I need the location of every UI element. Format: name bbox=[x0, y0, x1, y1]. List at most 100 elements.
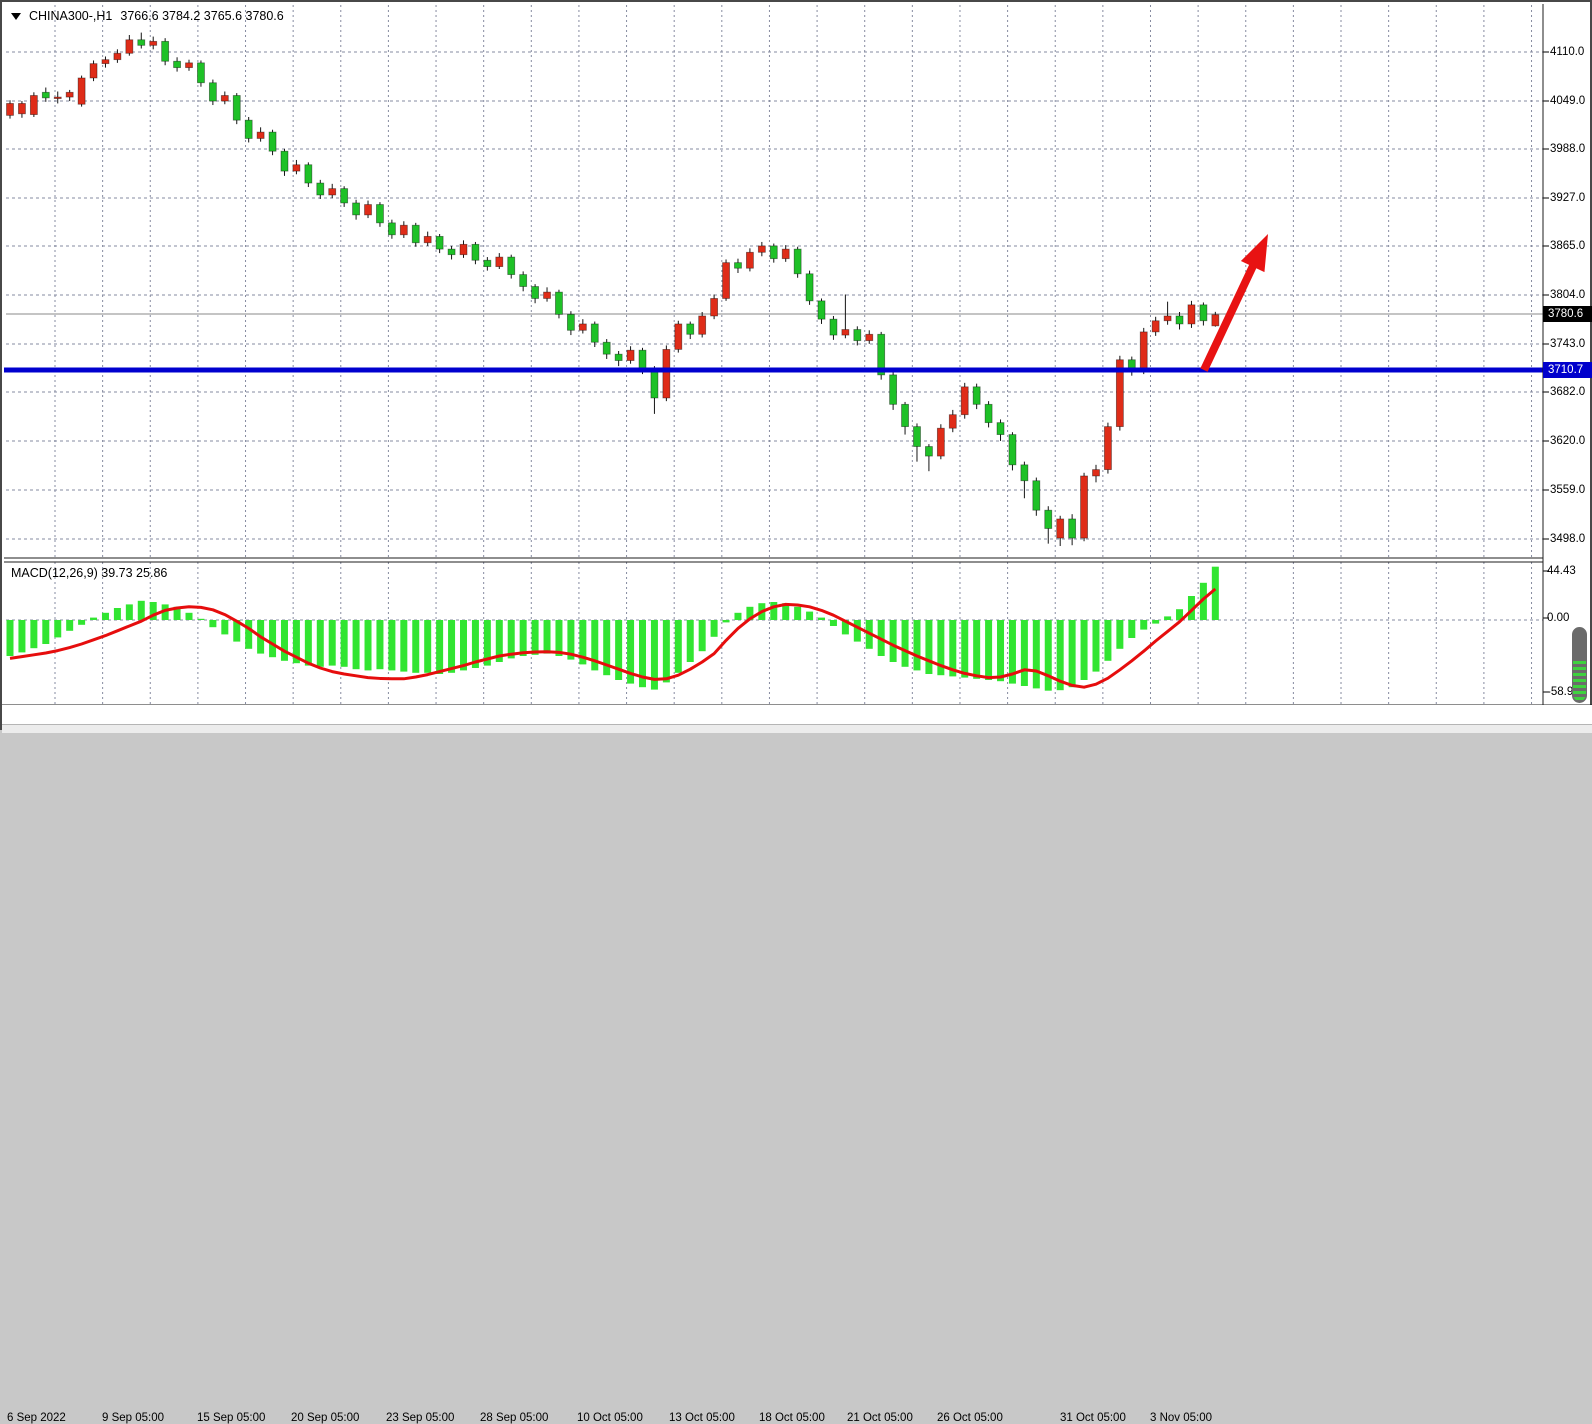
candle bbox=[508, 257, 515, 275]
macd-bar bbox=[269, 620, 276, 657]
candle bbox=[209, 83, 216, 101]
macd-bar bbox=[90, 618, 97, 620]
candle bbox=[138, 40, 145, 46]
macd-bar bbox=[997, 620, 1004, 681]
macd-indicator-label: MACD(12,26,9) 39.73 25.86 bbox=[11, 566, 167, 580]
trend-arrow[interactable] bbox=[1204, 234, 1268, 370]
macd-bar bbox=[890, 620, 897, 662]
candle bbox=[1176, 316, 1183, 324]
candle bbox=[317, 183, 324, 195]
candles-group bbox=[7, 33, 1219, 546]
candle bbox=[1212, 315, 1219, 326]
candle bbox=[699, 316, 706, 334]
candle bbox=[758, 246, 765, 252]
candle bbox=[329, 189, 336, 195]
price-scale-label: 3559.0 bbox=[1550, 484, 1585, 496]
symbol-period-label: CHINA300-,H1 bbox=[29, 9, 112, 23]
candle bbox=[162, 41, 169, 61]
candle bbox=[365, 205, 372, 215]
candle bbox=[520, 275, 527, 287]
candle bbox=[711, 298, 718, 316]
candle bbox=[233, 95, 240, 120]
candle bbox=[1069, 519, 1076, 538]
candle bbox=[555, 292, 562, 314]
macd-bar bbox=[424, 620, 431, 673]
candle bbox=[412, 225, 419, 243]
candle bbox=[627, 350, 634, 360]
macd-bar bbox=[317, 620, 324, 667]
candle bbox=[353, 203, 360, 215]
macd-bar bbox=[126, 604, 133, 620]
macd-bar bbox=[961, 620, 968, 678]
macd-bar bbox=[138, 601, 145, 620]
candle bbox=[436, 236, 443, 249]
candle bbox=[90, 64, 97, 78]
candle bbox=[854, 330, 861, 341]
macd-bar bbox=[18, 620, 25, 652]
candle bbox=[1188, 305, 1195, 324]
time-scale[interactable]: 6 Sep 20229 Sep 05:0015 Sep 05:0020 Sep … bbox=[2, 705, 1592, 725]
candle bbox=[424, 236, 431, 242]
candle bbox=[746, 252, 753, 268]
candle bbox=[782, 249, 789, 259]
symbol-header: CHINA300-,H1 3766.6 3784.2 3765.6 3780.6 bbox=[11, 9, 284, 23]
candle bbox=[186, 63, 193, 68]
macd-scale-label: 44.43 bbox=[1547, 565, 1576, 577]
macd-bar bbox=[711, 620, 718, 637]
support-line-price-tag: 3710.7 bbox=[1543, 362, 1592, 378]
price-scale[interactable]: 4110.04049.03988.03927.03865.03804.03743… bbox=[1543, 2, 1592, 705]
candle bbox=[30, 95, 37, 114]
macd-bar bbox=[54, 620, 61, 637]
macd-bar bbox=[448, 620, 455, 673]
macd-bar bbox=[209, 620, 216, 627]
candle bbox=[639, 350, 646, 368]
candle bbox=[687, 324, 694, 334]
macd-bar bbox=[854, 620, 861, 642]
support-line[interactable] bbox=[4, 368, 1543, 373]
macd-bar bbox=[353, 620, 360, 669]
macd-bar bbox=[770, 602, 777, 620]
chart-canvas[interactable] bbox=[2, 2, 1592, 732]
candle bbox=[376, 205, 383, 223]
candle bbox=[1200, 305, 1207, 321]
candle bbox=[997, 423, 1004, 435]
candle bbox=[78, 78, 85, 104]
price-scale-label: 3498.0 bbox=[1550, 533, 1585, 545]
macd-scale-label: 0.00 bbox=[1547, 612, 1569, 624]
price-scale-label: 3804.0 bbox=[1550, 289, 1585, 301]
scroll-indicator[interactable] bbox=[1572, 627, 1587, 703]
macd-bar bbox=[1212, 567, 1219, 620]
macd-bar bbox=[913, 620, 920, 670]
candle bbox=[937, 428, 944, 456]
macd-bar bbox=[1021, 620, 1028, 686]
macd-bar bbox=[1045, 620, 1052, 691]
macd-bar bbox=[1140, 620, 1147, 630]
candle bbox=[1152, 321, 1159, 332]
macd-bar bbox=[1116, 620, 1123, 649]
candle bbox=[806, 274, 813, 301]
candle bbox=[42, 92, 49, 98]
macd-bar bbox=[197, 619, 204, 620]
macd-bar bbox=[818, 618, 825, 620]
macd-bar bbox=[1164, 616, 1171, 620]
candle bbox=[114, 53, 121, 59]
macd-bar bbox=[1081, 620, 1088, 680]
macd-bar bbox=[806, 612, 813, 620]
time-axis-label: 26 Oct 05:00 bbox=[937, 1412, 1003, 1424]
candle bbox=[1021, 465, 1028, 481]
time-axis-label: 18 Oct 05:00 bbox=[759, 1412, 825, 1424]
price-scale-label: 3988.0 bbox=[1550, 143, 1585, 155]
macd-bar bbox=[305, 620, 312, 666]
candle bbox=[7, 103, 14, 115]
candle bbox=[293, 165, 300, 171]
candle bbox=[102, 60, 109, 64]
macd-bar bbox=[365, 620, 372, 670]
macd-bar bbox=[723, 620, 730, 622]
candle bbox=[770, 246, 777, 259]
macd-bar bbox=[42, 620, 49, 644]
macd-bar bbox=[544, 620, 551, 654]
candle bbox=[1164, 316, 1171, 321]
macd-bar bbox=[341, 620, 348, 667]
candle bbox=[890, 375, 897, 404]
candle bbox=[532, 287, 539, 299]
